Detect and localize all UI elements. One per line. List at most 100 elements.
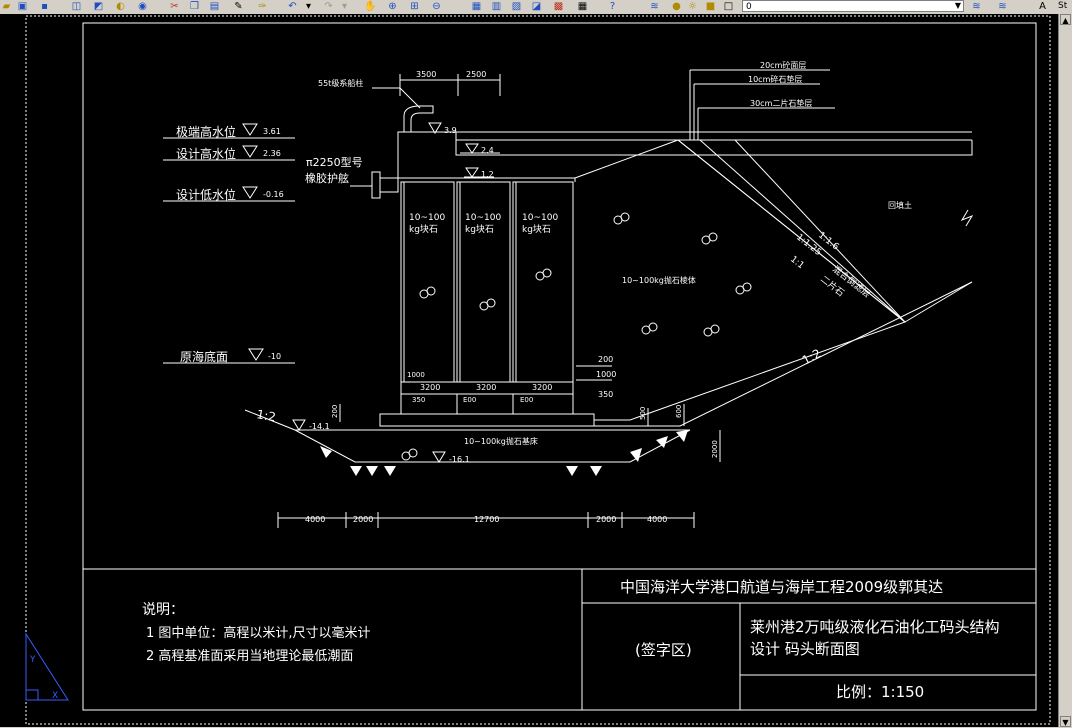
scroll-up-icon[interactable]: ▲ bbox=[1060, 14, 1071, 25]
pan-icon[interactable]: ✋ bbox=[364, 1, 377, 12]
help-icon[interactable]: ? bbox=[606, 1, 619, 12]
layer-previous-icon[interactable]: ≋ bbox=[970, 1, 983, 12]
side-dimensions: 200 500 600 2000 bbox=[331, 404, 721, 462]
found-left-level: -14.1 bbox=[309, 422, 330, 431]
design-low-label: 设计低水位 bbox=[176, 187, 236, 202]
chevron-down-icon[interactable]: ▼ bbox=[953, 1, 963, 11]
match-icon[interactable]: ✑ bbox=[256, 1, 269, 12]
scroll-down-icon[interactable]: ▼ bbox=[1060, 716, 1071, 727]
dim-cell-1000: 1000 bbox=[407, 371, 425, 379]
redo-dropdown-icon[interactable]: ▾ bbox=[338, 1, 351, 12]
pave-layer-3: 30cm二片石垫层 bbox=[750, 98, 812, 108]
extreme-high-value: 3.61 bbox=[263, 127, 281, 136]
slope-1-2-right: 1:2 bbox=[800, 346, 824, 367]
cell-fill-3a: 10~100 bbox=[522, 213, 558, 223]
bollard-label: 55t级系船柱 bbox=[318, 78, 363, 88]
notes-title: 说明： bbox=[142, 602, 184, 618]
backfill-label: 回填土 bbox=[888, 200, 912, 210]
extreme-high-label: 极端高水位 bbox=[176, 124, 236, 139]
slope-1-2-left: 1:2 bbox=[255, 407, 276, 424]
dim-4000-right: 4000 bbox=[647, 515, 667, 524]
bed-label: 10~100kg抛石基床 bbox=[464, 436, 538, 446]
redo-icon[interactable]: ↷ bbox=[322, 1, 335, 12]
dim-cell-350: 350 bbox=[412, 396, 425, 404]
foundation-bed: 1:2 -14.1 -16.1 10~100kg抛石基床 bbox=[244, 407, 691, 476]
pavement-layers: 20cm砼面层 10cm碎石垫层 30cm二片石垫层 bbox=[689, 60, 835, 140]
layer-value: 0 bbox=[746, 2, 752, 12]
sun-icon[interactable]: ☼ bbox=[686, 1, 699, 12]
zoom-window-icon[interactable]: ⊞ bbox=[408, 1, 421, 12]
lock-icon[interactable]: ■ bbox=[704, 1, 717, 12]
cell-fill-1b: kg块石 bbox=[409, 223, 438, 235]
dim-4000-left: 4000 bbox=[305, 515, 325, 524]
design-high-value: 2.36 bbox=[263, 149, 281, 158]
water-levels: 极端高水位 3.61 设计高水位 2.36 设计低水位 -0.16 原海底面 -… bbox=[163, 123, 295, 364]
cell-fill-2b: kg块石 bbox=[465, 223, 494, 235]
rock-body-label: 10~100kg抛石棱体 bbox=[622, 275, 696, 285]
fender-label-2: 橡胶护舷 bbox=[305, 171, 349, 185]
seabed-value: -10 bbox=[268, 352, 281, 361]
copy-icon[interactable]: ❐ bbox=[188, 1, 201, 12]
top-level: 3.9 bbox=[444, 126, 457, 135]
bottom-dimensions: 4000 2000 12700 2000 4000 bbox=[277, 512, 695, 528]
dim-2000-left: 2000 bbox=[353, 515, 373, 524]
layer-dropdown[interactable]: 0 bbox=[742, 0, 964, 12]
sheet-set-icon[interactable]: ◪ bbox=[530, 1, 543, 12]
undo-dropdown-icon[interactable]: ▾ bbox=[302, 1, 315, 12]
cell-label-1: E00 bbox=[463, 396, 476, 404]
paste-icon[interactable]: ▤ bbox=[208, 1, 221, 12]
bollard: 55t级系船柱 bbox=[318, 78, 434, 133]
layer-states-icon[interactable]: ≋ bbox=[996, 1, 1009, 12]
found-bottom-level: -16.1 bbox=[449, 455, 470, 464]
dim-12700: 12700 bbox=[474, 515, 499, 524]
seabed-label: 原海底面 bbox=[180, 349, 228, 364]
dim-500: 500 bbox=[639, 407, 647, 420]
dim-cell-200-r: 200 bbox=[598, 355, 613, 364]
dim-cell-3200-b: 3200 bbox=[476, 383, 496, 392]
print-icon[interactable]: ▣ bbox=[16, 1, 29, 12]
drawing-canvas[interactable]: 说明： 1 图中单位：高程以米计,尺寸以毫米计 2 高程基准面采用当地理论最低潮… bbox=[0, 14, 1058, 727]
dim-600: 600 bbox=[675, 405, 683, 418]
ucs-y: Y bbox=[29, 655, 36, 665]
text-style-icon[interactable]: A bbox=[1036, 1, 1049, 12]
note-1: 1 图中单位：高程以米计,尺寸以毫米计 bbox=[146, 625, 371, 641]
dim-2000-vert: 2000 bbox=[711, 440, 719, 458]
cut-icon[interactable]: ✂ bbox=[168, 1, 181, 12]
top-dimensions: 3500 2500 bbox=[399, 70, 501, 96]
rubble-mound: 10~100kg抛石棱体 回填土 1:1.6 1:1.25 1:1 混合倒滤层 … bbox=[574, 139, 974, 427]
color-icon[interactable]: □ bbox=[722, 1, 735, 12]
rubber-fender: π2250型号 橡胶护舷 bbox=[305, 155, 399, 199]
pave-layer-2: 10cm碎石垫层 bbox=[748, 74, 802, 84]
design-center-icon[interactable]: ◉ bbox=[136, 1, 149, 12]
zoom-realtime-icon[interactable]: ⊕ bbox=[386, 1, 399, 12]
dim-2000-right: 2000 bbox=[596, 515, 616, 524]
text-style-label: St bbox=[1058, 1, 1068, 11]
design-center-icon[interactable]: ▥ bbox=[490, 1, 503, 12]
design-low-value: -0.16 bbox=[263, 190, 284, 199]
calc-icon[interactable]: ▦ bbox=[576, 1, 589, 12]
standard-toolbar: ▰ ▣ ▪ ◫ ◩ ◐ ◉ ✂ ❐ ▤ ✎ ✑ ↶ ▾ ↷ ▾ ✋ ⊕ ⊞ ⊖ … bbox=[0, 0, 1072, 15]
preview-icon[interactable]: ◫ bbox=[70, 1, 83, 12]
save-icon[interactable]: ▪ bbox=[38, 1, 51, 12]
scale-label: 比例：1:150 bbox=[836, 683, 924, 701]
bulb-icon[interactable]: ● bbox=[670, 1, 683, 12]
note-2: 2 高程基准面采用当地理论最低潮面 bbox=[146, 648, 353, 664]
layer-icon[interactable]: ≋ bbox=[648, 1, 661, 12]
publish-icon[interactable]: ◩ bbox=[92, 1, 105, 12]
open-icon[interactable]: ▰ bbox=[0, 1, 13, 12]
markup-icon[interactable]: ▩ bbox=[552, 1, 565, 12]
dim-3500: 3500 bbox=[416, 70, 436, 79]
ucs-x: X bbox=[52, 691, 58, 701]
cell-label-2: E00 bbox=[520, 396, 533, 404]
design-high-label: 设计高水位 bbox=[176, 146, 236, 161]
properties-icon[interactable]: ▦ bbox=[470, 1, 483, 12]
match-icon[interactable]: ◐ bbox=[114, 1, 127, 12]
zoom-previous-icon[interactable]: ⊖ bbox=[430, 1, 443, 12]
vertical-scrollbar[interactable]: ▲ ▼ bbox=[1058, 14, 1072, 727]
project-title-line2: 设计 码头断面图 bbox=[750, 640, 860, 658]
cap-level: 2.4 bbox=[481, 146, 494, 155]
undo-icon[interactable]: ↶ bbox=[286, 1, 299, 12]
brush-icon[interactable]: ✎ bbox=[232, 1, 245, 12]
cell-fill-2a: 10~100 bbox=[465, 213, 501, 223]
tool-palette-icon[interactable]: ▧ bbox=[510, 1, 523, 12]
